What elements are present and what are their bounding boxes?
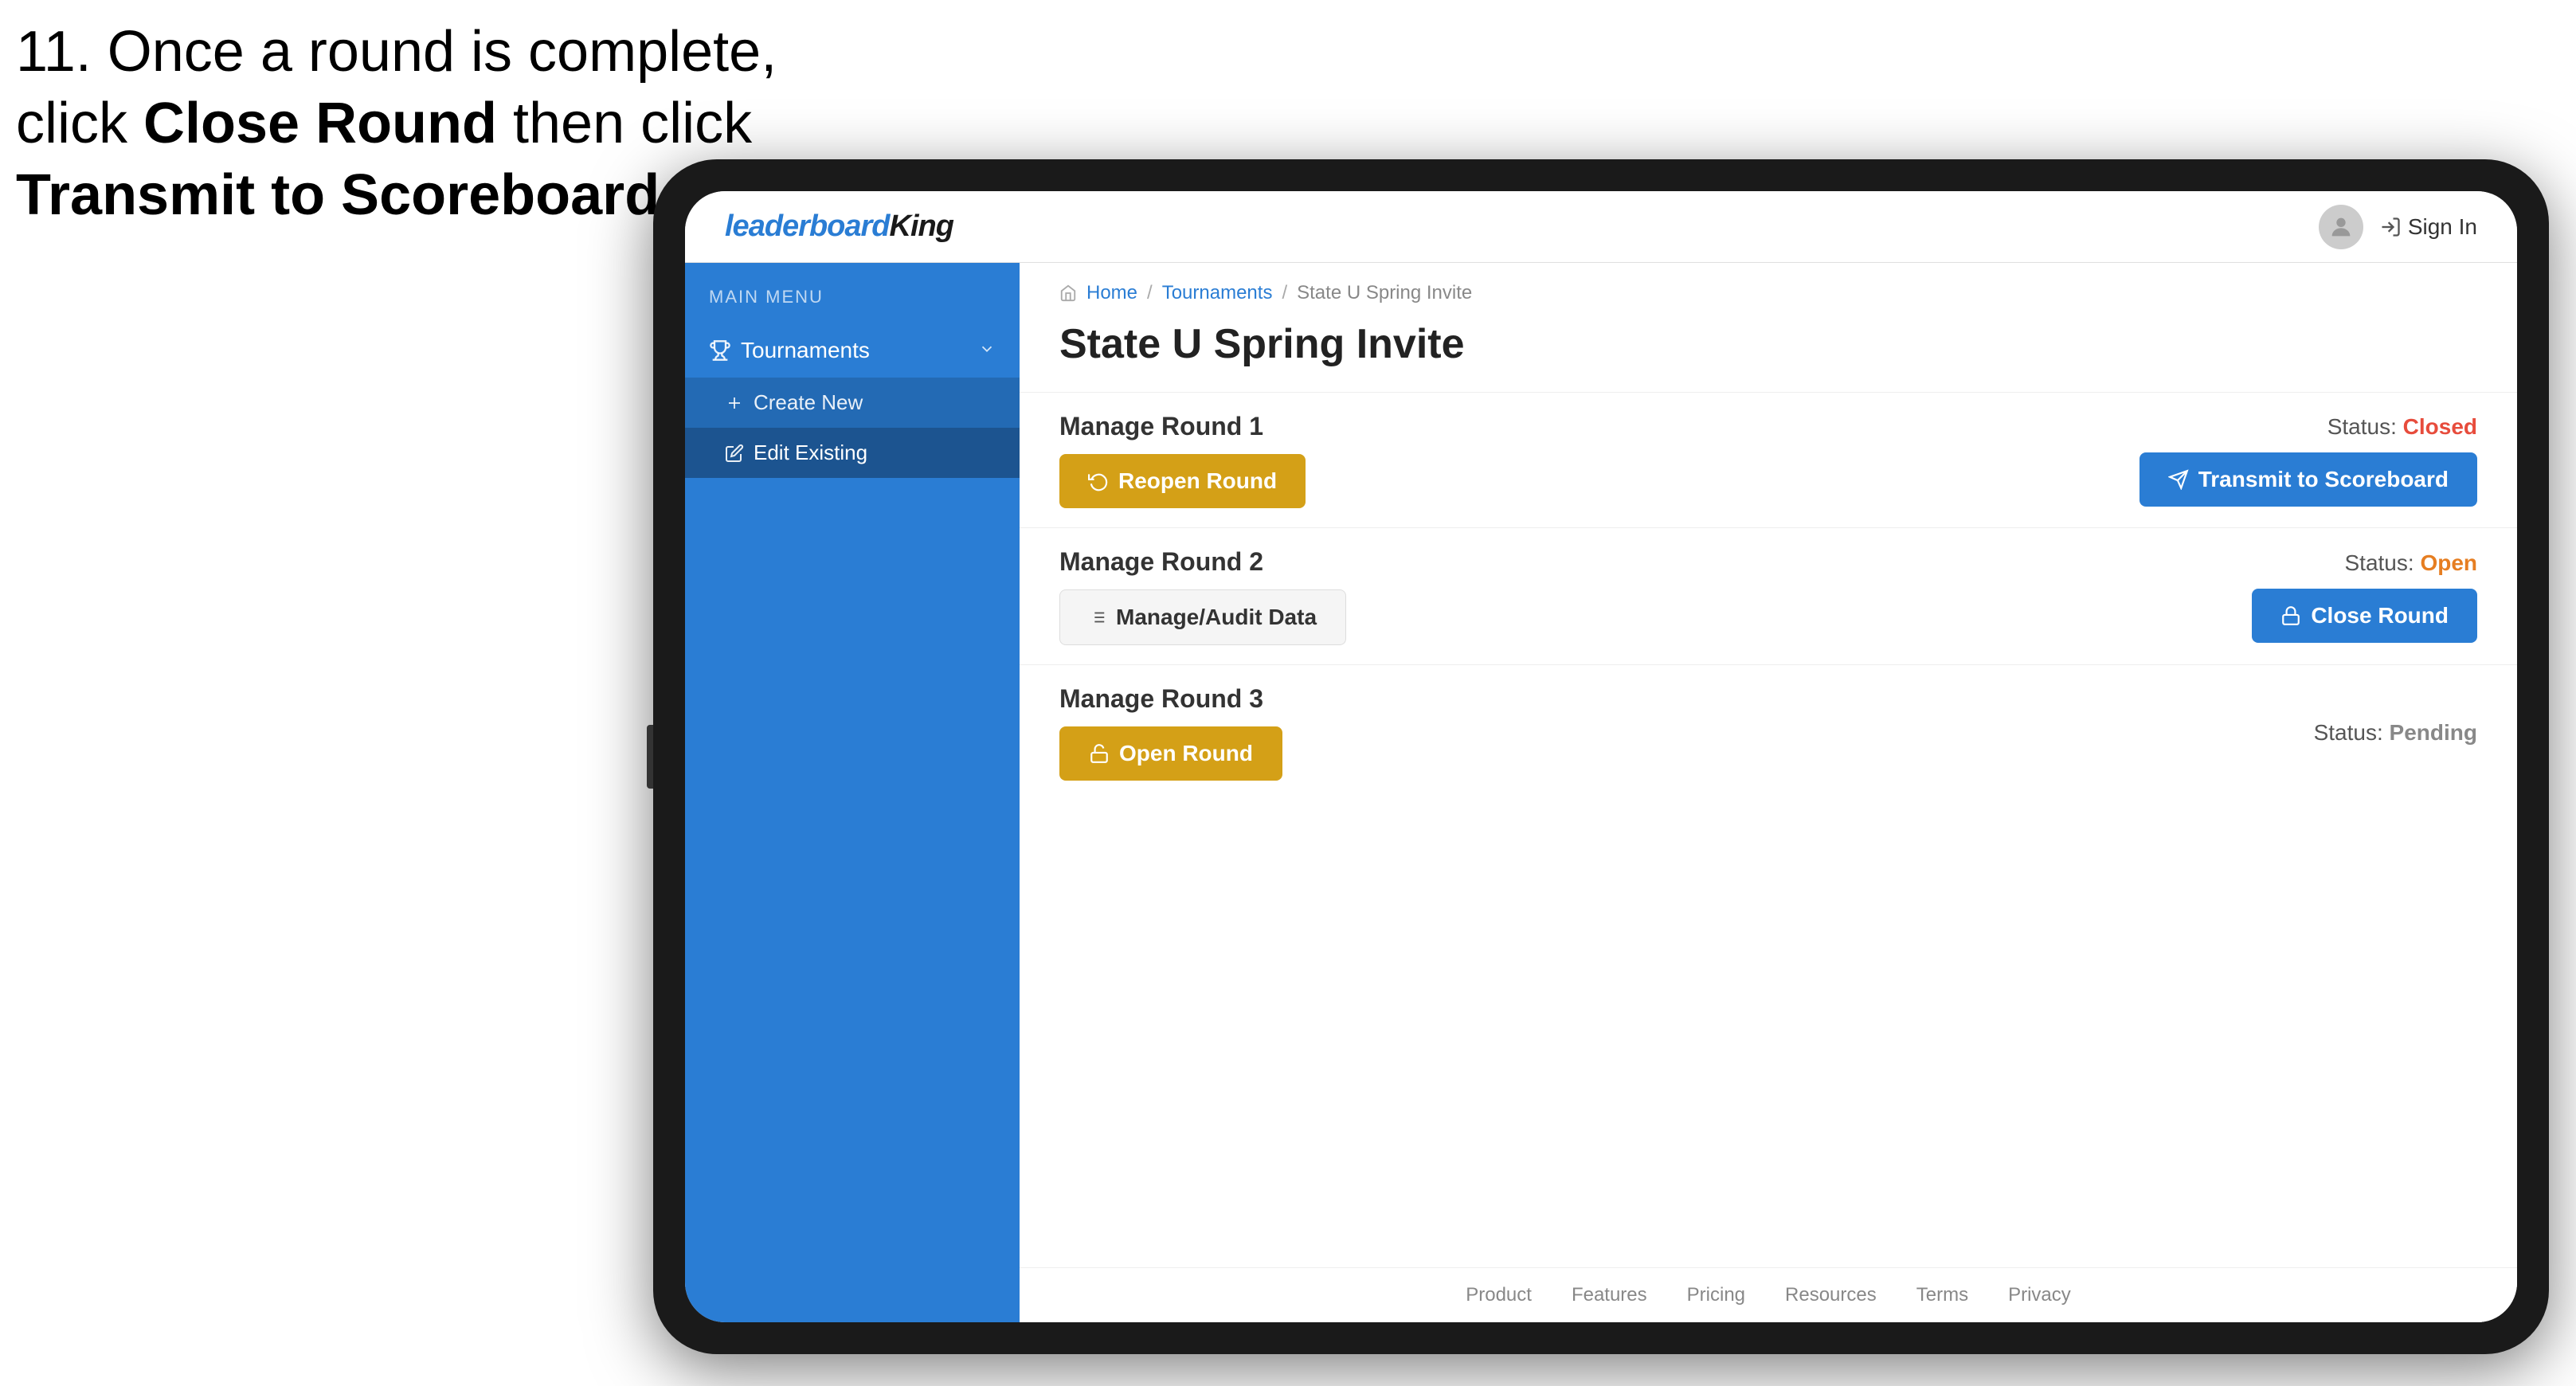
status-closed-badge: Closed	[2403, 414, 2477, 439]
instruction-line3: then click	[497, 92, 752, 155]
instruction-bold1: Close Round	[143, 92, 497, 155]
round-1-left: Manage Round 1 Reopen Round	[1059, 412, 1306, 508]
refresh-icon	[1088, 471, 1109, 491]
avatar	[2319, 205, 2363, 249]
round-3-status: Status: Pending	[2314, 720, 2477, 746]
logo-text: leaderboardKing	[725, 209, 953, 244]
breadcrumb-current: State U Spring Invite	[1297, 282, 1472, 304]
round-3-section: Manage Round 3 Open Round Status: Pendin…	[1020, 664, 2517, 800]
open-icon	[1089, 743, 1110, 764]
status-open-badge: Open	[2420, 550, 2477, 575]
breadcrumb-home[interactable]: Home	[1086, 282, 1137, 304]
open-round-label: Open Round	[1119, 741, 1253, 766]
breadcrumb: Home / Tournaments / State U Spring Invi…	[1020, 263, 2517, 312]
home-icon	[1059, 284, 1077, 302]
sidebar-tournaments-label: Tournaments	[741, 338, 870, 363]
reopen-round-button[interactable]: Reopen Round	[1059, 454, 1306, 508]
send-icon	[2168, 469, 2189, 490]
logo: leaderboardKing	[725, 209, 953, 244]
footer-resources[interactable]: Resources	[1785, 1284, 1877, 1306]
sidebar-item-tournaments[interactable]: Tournaments	[685, 323, 1020, 378]
transmit-scoreboard-label: Transmit to Scoreboard	[2198, 467, 2449, 492]
transmit-scoreboard-button[interactable]: Transmit to Scoreboard	[2139, 452, 2477, 507]
round-2-section: Manage Round 2 Manage/Audit Data Status:…	[1020, 527, 2517, 664]
trophy-icon	[709, 339, 731, 362]
footer-privacy[interactable]: Privacy	[2008, 1284, 2071, 1306]
sidebar-item-edit-existing[interactable]: Edit Existing	[685, 428, 1020, 478]
footer-terms[interactable]: Terms	[1916, 1284, 1968, 1306]
round-3-right: Status: Pending	[2314, 720, 2477, 746]
chevron-icon	[978, 338, 996, 363]
instruction-line2: click	[16, 92, 143, 155]
content-spacer	[1020, 800, 2517, 1267]
tablet-screen: leaderboardKing Sign In MAIN MENU	[685, 191, 2517, 1322]
manage-audit-label: Manage/Audit Data	[1116, 605, 1317, 630]
main-menu-label: MAIN MENU	[685, 287, 1020, 323]
round-2-status: Status: Open	[2344, 550, 2477, 576]
logo-leaderboard: leaderboard	[725, 209, 890, 243]
instruction-bold2: Transmit to Scoreboard.	[16, 163, 675, 227]
breadcrumb-sep2: /	[1282, 282, 1287, 304]
create-new-label: Create New	[754, 390, 863, 415]
footer-product[interactable]: Product	[1466, 1284, 1532, 1306]
round-1-section: Manage Round 1 Reopen Round Status: Clos…	[1020, 392, 2517, 527]
edit-icon	[725, 444, 744, 463]
footer-pricing[interactable]: Pricing	[1687, 1284, 1745, 1306]
page-title: State U Spring Invite	[1020, 312, 2517, 392]
tablet-side-button	[647, 725, 653, 789]
round-2-left: Manage Round 2 Manage/Audit Data	[1059, 547, 1346, 645]
plus-icon	[725, 393, 744, 413]
instruction-line1: 11. Once a round is complete,	[16, 20, 777, 84]
sign-in-label: Sign In	[2408, 214, 2477, 240]
tablet-device: leaderboardKing Sign In MAIN MENU	[653, 159, 2549, 1354]
open-round-button[interactable]: Open Round	[1059, 726, 1282, 781]
edit-existing-label: Edit Existing	[754, 440, 867, 465]
reopen-round-label: Reopen Round	[1118, 468, 1277, 494]
round-2-right: Status: Open Close Round	[2252, 550, 2477, 643]
sidebar-item-create-new[interactable]: Create New	[685, 378, 1020, 428]
header-right: Sign In	[2319, 205, 2477, 249]
round-2-title: Manage Round 2	[1059, 547, 1346, 577]
round-3-left: Manage Round 3 Open Round	[1059, 684, 1282, 781]
close-round-label: Close Round	[2311, 603, 2449, 628]
logo-king: King	[890, 209, 953, 243]
round-1-status: Status: Closed	[2327, 414, 2477, 440]
sidebar: MAIN MENU Tournaments Create New	[685, 263, 1020, 1322]
main-content: Home / Tournaments / State U Spring Invi…	[1020, 263, 2517, 1322]
breadcrumb-sep1: /	[1147, 282, 1153, 304]
sign-in-button[interactable]: Sign In	[2379, 214, 2477, 240]
round-1-right: Status: Closed Transmit to Scoreboard	[2139, 414, 2477, 507]
status-pending-badge: Pending	[2390, 720, 2477, 745]
app-header: leaderboardKing Sign In	[685, 191, 2517, 263]
close-round-button[interactable]: Close Round	[2252, 589, 2477, 643]
sidebar-submenu: Create New Edit Existing	[685, 378, 1020, 478]
app-footer: Product Features Pricing Resources Terms…	[1020, 1267, 2517, 1322]
breadcrumb-tournaments[interactable]: Tournaments	[1162, 282, 1273, 304]
footer-features[interactable]: Features	[1572, 1284, 1647, 1306]
round-1-title: Manage Round 1	[1059, 412, 1306, 441]
manage-audit-button[interactable]: Manage/Audit Data	[1059, 589, 1346, 645]
round-3-title: Manage Round 3	[1059, 684, 1282, 714]
list-icon	[1089, 609, 1106, 626]
lock-icon	[2280, 605, 2301, 626]
app-layout: MAIN MENU Tournaments Create New	[685, 263, 2517, 1322]
